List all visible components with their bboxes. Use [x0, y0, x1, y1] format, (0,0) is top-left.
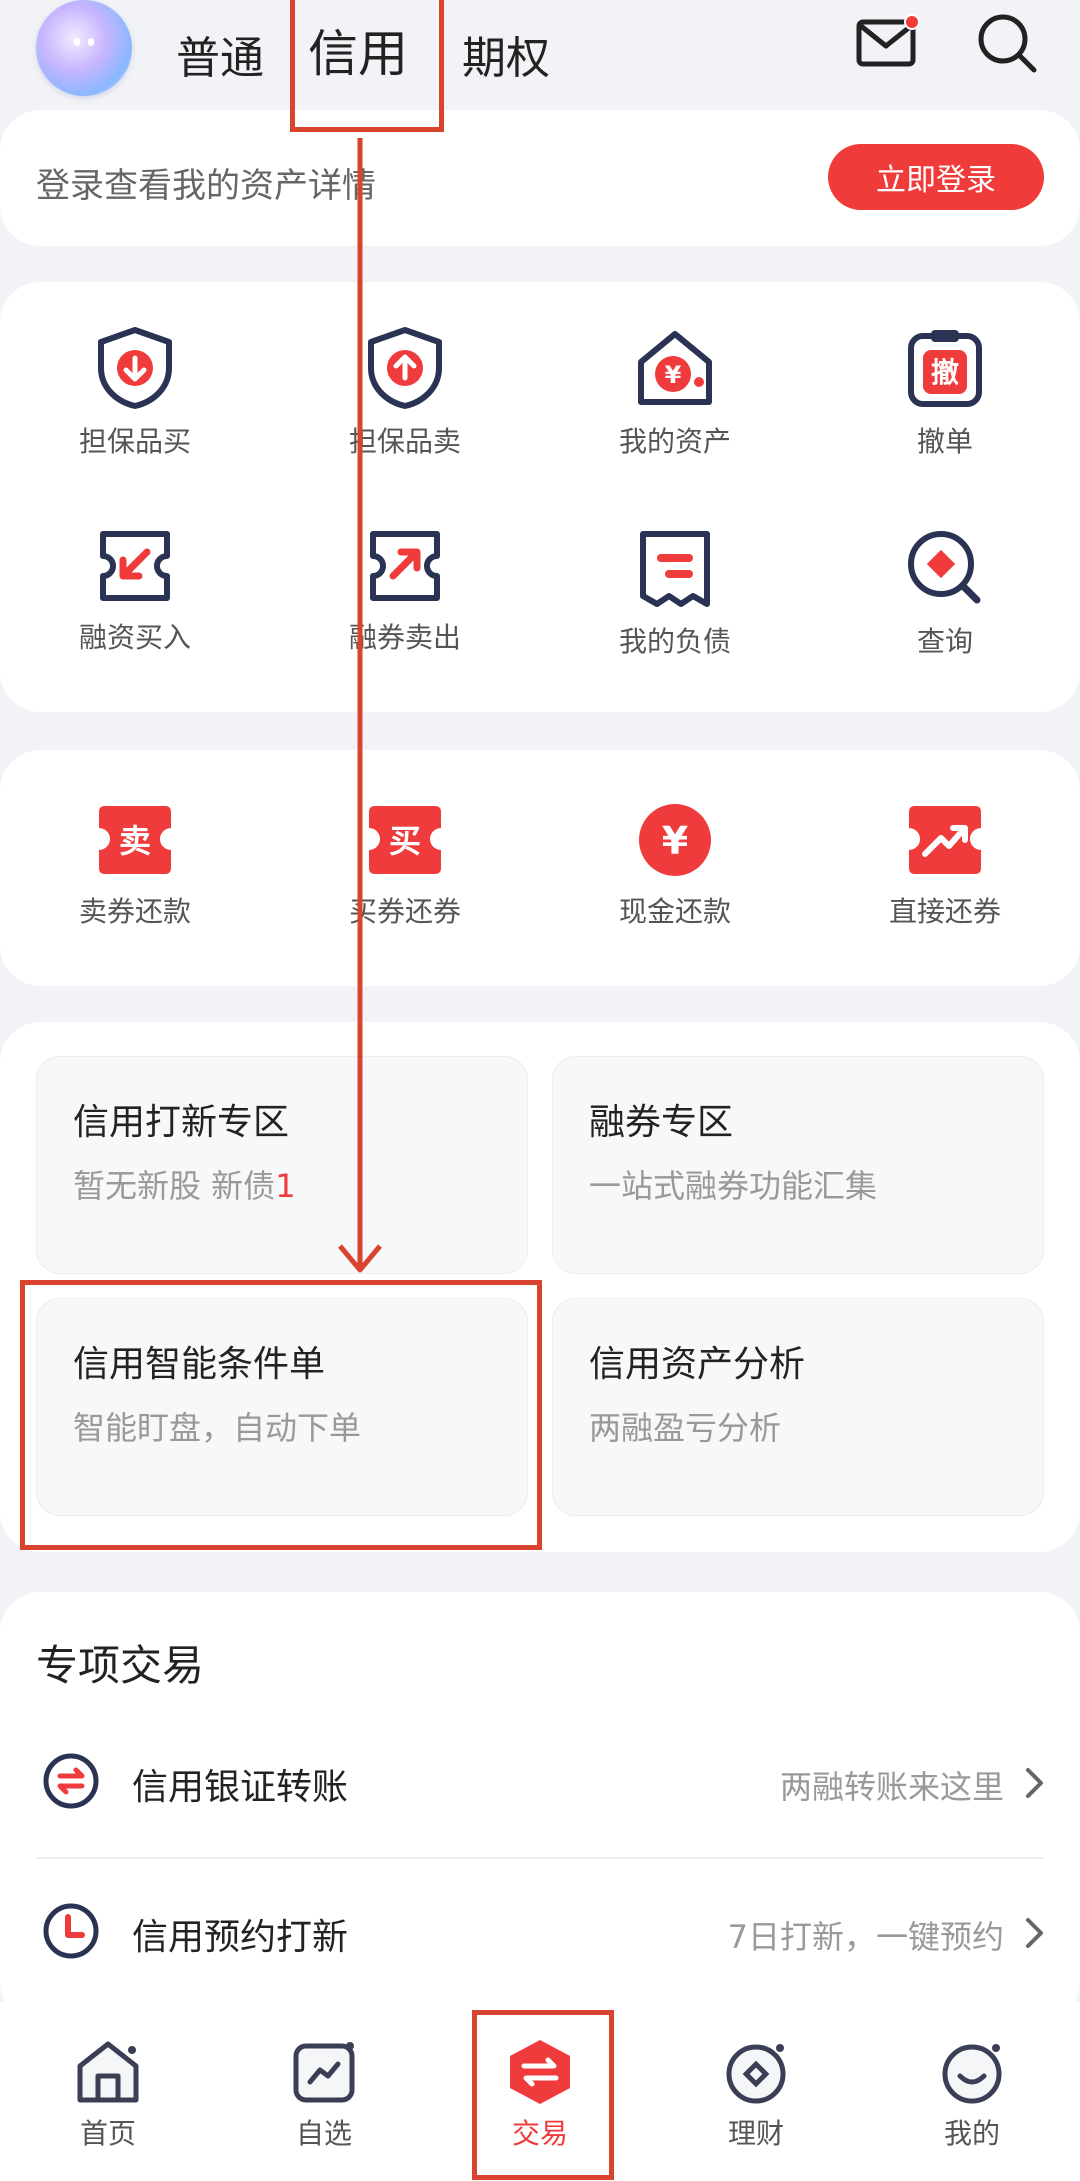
bank-transfer-row[interactable]: 信用银证转账 两融转账来这里 [0, 1730, 1080, 1830]
home-icon [77, 2041, 139, 2103]
action-label: 直接还券 [888, 895, 1001, 928]
chevron-right-icon [1026, 1768, 1043, 1798]
query-button[interactable]: 查询 [810, 526, 1080, 660]
login-prompt: 登录查看我的资产详情 [36, 166, 376, 206]
action-label: 担保品买 [78, 425, 191, 458]
chevron-right-icon [1026, 1918, 1043, 1948]
annotation-box-trade-nav [472, 2010, 614, 2180]
tile-subtitle: 一站式融券功能汇集 [589, 1167, 878, 1205]
profile-icon [942, 2044, 1002, 2104]
cash-repay-icon: ¥ [639, 804, 711, 876]
svg-text:¥: ¥ [665, 361, 682, 389]
action-label: 我的负债 [618, 625, 731, 658]
annotation-arrow [338, 138, 382, 1273]
avatar[interactable] [36, 0, 132, 96]
nav-label: 理财 [727, 2117, 784, 2150]
direct-repay-icon [909, 806, 981, 874]
annotation-box-smart-order [20, 1280, 542, 1550]
action-label: 买券还券 [348, 895, 461, 928]
collateral-sell-button[interactable]: 担保品卖 [270, 326, 540, 460]
short-sell-button[interactable]: 融券卖出 [270, 526, 540, 656]
ipo-reservation-row[interactable]: 信用预约打新 7日打新，一键预约 [0, 1880, 1080, 1980]
query-icon [908, 531, 981, 604]
row-title: 信用预约打新 [132, 1917, 349, 1958]
annotation-box-credit-tab [290, 0, 444, 132]
clock-icon [43, 1903, 99, 1959]
cancel-order-button[interactable]: 撤 撤单 [810, 326, 1080, 460]
nav-wealth[interactable]: 理财 [648, 2036, 864, 2152]
watchlist-icon [293, 2042, 355, 2103]
margin-buy-button[interactable]: 融资买入 [0, 526, 270, 656]
short-zone-tile[interactable]: 融券专区 一站式融券功能汇集 [552, 1056, 1044, 1274]
tab-normal[interactable]: 普通 [176, 22, 264, 86]
my-assets-button[interactable]: ¥ 我的资产 [540, 326, 810, 460]
ticket-in-icon [100, 531, 170, 601]
sell-repay-button[interactable]: 卖 卖券还款 [0, 800, 270, 930]
collateral-buy-button[interactable]: 担保品买 [0, 326, 270, 460]
tile-title: 信用打新专区 [73, 1102, 290, 1143]
row-hint: 7日打新，一键预约 [727, 1918, 1004, 1956]
action-label: 融券卖出 [348, 621, 461, 654]
cancel-order-icon: 撤 [908, 330, 982, 407]
nav-profile[interactable]: 我的 [864, 2036, 1080, 2152]
nav-label: 自选 [295, 2117, 352, 2150]
svg-text:卖: 卖 [119, 822, 151, 860]
row-hint: 两融转账来这里 [779, 1768, 1004, 1806]
transfer-icon [43, 1753, 99, 1809]
nav-label: 我的 [943, 2117, 1000, 2150]
tab-options[interactable]: 期权 [462, 22, 550, 86]
new-bond-count-badge: 1 [275, 1167, 296, 1205]
divider [36, 1857, 1044, 1859]
sell-repay-icon: 卖 [99, 806, 171, 874]
nav-watchlist[interactable]: 自选 [216, 2036, 432, 2152]
tile-subtitle: 两融盈亏分析 [589, 1409, 782, 1447]
receipt-icon [640, 531, 710, 607]
ipo-zone-tile[interactable]: 信用打新专区 暂无新股 新债1 [36, 1056, 528, 1274]
login-button[interactable]: 立即登录 [828, 144, 1044, 210]
action-label: 卖券还款 [78, 895, 191, 928]
action-label: 现金还款 [618, 895, 731, 928]
house-yuan-icon: ¥ [638, 331, 712, 405]
buy-repay-button[interactable]: 买 买券还券 [270, 800, 540, 930]
nav-label: 首页 [79, 2117, 136, 2150]
tile-title: 融券专区 [589, 1102, 734, 1143]
action-label: 担保品卖 [348, 425, 461, 458]
svg-text:¥: ¥ [662, 819, 688, 863]
action-label: 融资买入 [78, 621, 191, 654]
svg-text:买: 买 [389, 822, 421, 860]
asset-analysis-tile[interactable]: 信用资产分析 两融盈亏分析 [552, 1298, 1044, 1516]
direct-repay-button[interactable]: 直接还券 [810, 800, 1080, 930]
tile-title: 信用资产分析 [589, 1344, 806, 1385]
search-icon[interactable] [976, 12, 1038, 74]
action-label: 我的资产 [618, 425, 731, 458]
cash-repay-button[interactable]: ¥ 现金还款 [540, 800, 810, 930]
nav-home[interactable]: 首页 [0, 2036, 216, 2152]
wealth-icon [726, 2044, 786, 2104]
shield-down-icon [98, 327, 172, 409]
section-title: 专项交易 [36, 1641, 205, 1690]
row-title: 信用银证转账 [132, 1767, 349, 1808]
tile-subtitle: 暂无新股 新债1 [73, 1167, 296, 1205]
action-label: 撤单 [916, 425, 973, 458]
my-liabilities-button[interactable]: 我的负债 [540, 526, 810, 660]
mail-icon[interactable] [856, 14, 920, 68]
action-label: 查询 [916, 625, 973, 658]
svg-text:撤: 撤 [931, 356, 959, 389]
